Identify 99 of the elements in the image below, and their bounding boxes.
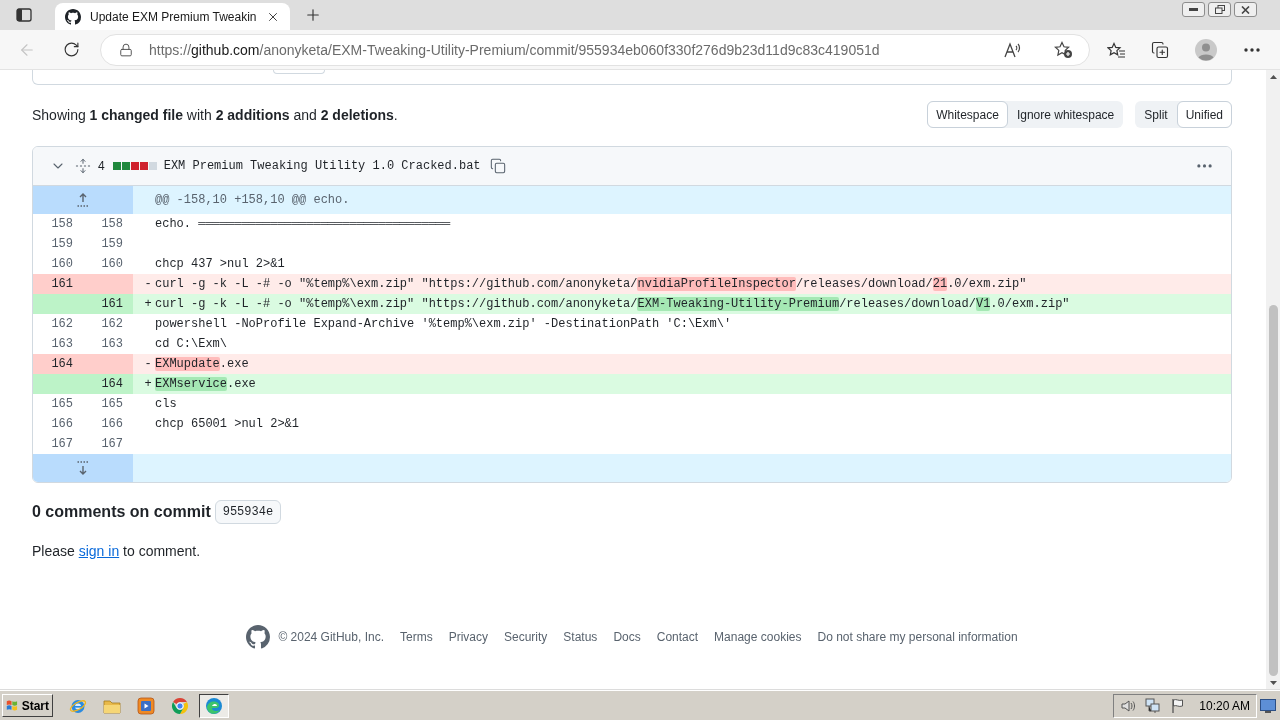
play-tile-icon <box>137 696 155 715</box>
segmented-button[interactable]: Ignore whitespace <box>1007 101 1124 128</box>
window-icon <box>16 8 32 22</box>
footer-link[interactable]: Security <box>504 630 548 644</box>
code-line: cls <box>155 396 177 413</box>
minimize-icon <box>1189 8 1198 11</box>
minimize-button[interactable] <box>1182 2 1205 17</box>
swirl-logo-icon <box>205 696 223 715</box>
four-pane-flag-icon <box>6 698 19 713</box>
logo-icon <box>65 8 81 25</box>
code-line: cd C:\Exm\ <box>155 336 227 353</box>
line-number: 165 <box>101 396 123 413</box>
change-count: 4 <box>98 159 105 173</box>
address-bar[interactable]: https://github.com/anonyketa/EXM-Tweaking-Utility-Premium/commit/955934eb060f330f276d9b23d11d9c83c419051d <box>100 33 1090 66</box>
footer-link[interactable]: Docs <box>613 630 641 644</box>
line-number: 159 <box>51 236 73 253</box>
copy-icon <box>489 158 506 174</box>
taskbar-app-button[interactable] <box>199 693 229 718</box>
sign-in-prompt: Please sign in to comment. <box>32 542 202 561</box>
line-number: 159 <box>101 236 123 253</box>
plus-icon <box>304 6 322 24</box>
commit-sha: 955934e <box>214 500 282 524</box>
line-number: 162 <box>51 316 73 333</box>
footer-link[interactable]: Manage cookies <box>714 630 802 644</box>
star-plus-icon <box>1053 40 1073 59</box>
code-line: EXMupdate.exe <box>155 356 249 373</box>
scroll-up-icon <box>1269 75 1277 79</box>
footer-link[interactable]: Terms <box>399 630 433 644</box>
url-text: https://github.com/anonyketa/EXM-Tweaking-Utility-Premium/commit/955934eb060f330f276d9b23d11d9c83c419051d <box>149 41 881 58</box>
code-line: curl -g -k -L -# -o "%temp%\exm.zip" "https://github.com/anonyketa/nvidiaProfileInspector/releases/download/21.0/exm.zip" <box>155 276 1027 293</box>
start-button[interactable]: Start <box>2 694 53 717</box>
diff-summary: Showing 1 changed file with 2 additions and 2 deletions. <box>32 106 398 123</box>
code-line: chcp 437 >nul 2>&1 <box>155 256 285 273</box>
segmented-button[interactable]: Split <box>1135 101 1177 128</box>
line-number: 158 <box>51 216 73 233</box>
avatar-icon <box>1195 38 1217 61</box>
line-number: 163 <box>51 336 73 353</box>
desktop-icon[interactable] <box>1260 698 1276 713</box>
expand-down-icon <box>77 461 89 475</box>
restore-icon <box>1214 5 1225 14</box>
scrollbar[interactable] <box>1266 70 1280 690</box>
sign-in-link[interactable]: sign in <box>78 543 120 559</box>
line-number: 167 <box>51 436 73 453</box>
expand-all-button[interactable] <box>75 158 91 174</box>
line-number: 160 <box>101 256 123 273</box>
code-line: chcp 65001 >nul 2>&1 <box>155 416 300 433</box>
line-number: 165 <box>51 396 73 413</box>
close-window-button[interactable] <box>1234 2 1257 17</box>
line-number: 161 <box>101 296 123 313</box>
star-list-icon <box>1106 41 1126 58</box>
line-number: 162 <box>101 316 123 333</box>
diff-marker: - <box>143 276 153 293</box>
scroll-down-icon <box>1269 681 1277 685</box>
more-icon <box>1244 47 1260 52</box>
lock-icon <box>119 42 133 57</box>
diff-marker: + <box>143 376 153 393</box>
restore-button[interactable] <box>1208 2 1231 17</box>
unfold-icon <box>75 158 91 174</box>
footer-link[interactable]: Status <box>563 630 598 644</box>
diff-marker: - <box>143 356 153 373</box>
code-line: powershell -NoProfile Expand-Archive '%temp%\exm.zip' -DestinationPath 'C:\Exm\' <box>155 316 732 333</box>
diff-marker: + <box>143 296 153 313</box>
circle-logo-icon <box>171 696 189 715</box>
copyright-text: © 2024 GitHub, Inc. <box>278 630 384 644</box>
line-number: 166 <box>51 416 73 433</box>
browser-tab[interactable]: Update EXM Premium Tweakin <box>55 3 290 30</box>
close-icon <box>1241 5 1250 14</box>
squares-plus-icon <box>1151 40 1169 59</box>
segmented-button[interactable]: Whitespace <box>927 101 1008 128</box>
hunk-header: @@ -158,10 +158,10 @@ echo. <box>155 193 350 207</box>
copy-path-button[interactable] <box>488 157 507 175</box>
scrollbar-thumb[interactable] <box>1268 305 1278 676</box>
line-number: 164 <box>51 356 73 373</box>
footer-link[interactable]: Contact <box>656 630 699 644</box>
expand-up-icon <box>77 193 89 207</box>
line-number: 160 <box>51 256 73 273</box>
clock-text: 10:20 AM <box>1199 698 1250 713</box>
more-icon <box>1196 164 1212 168</box>
line-number: 161 <box>51 276 73 293</box>
speaker-icon <box>1120 697 1137 714</box>
read-aloud-icon <box>1004 41 1022 58</box>
line-number: 164 <box>101 376 123 393</box>
network-icon <box>1145 697 1162 714</box>
folder-icon <box>103 697 121 714</box>
code-line: curl -g -k -L -# -o "%temp%\exm.zip" "https://github.com/anonyketa/EXM-Tweaking-Utility-Premium/releases/download/V1.0/exm.zip" <box>155 296 1070 313</box>
segmented-button[interactable]: Unified <box>1176 101 1232 128</box>
code-line: EXMservice.exe <box>155 376 256 393</box>
logo-icon <box>246 625 271 649</box>
tab-title: Update EXM Premium Tweakin <box>90 9 257 24</box>
comments-heading: 0 comments on commit <box>32 503 211 521</box>
line-number: 163 <box>101 336 123 353</box>
footer-link[interactable]: Do not share my personal information <box>817 630 1018 644</box>
line-number: 166 <box>101 416 123 433</box>
code-line: echo. ═══════════════════════════════════ <box>155 216 451 233</box>
refresh-icon <box>62 41 80 58</box>
file-name: EXM Premium Tweaking Utility 1.0 Cracked.bat <box>163 159 481 173</box>
line-number: 158 <box>101 216 123 233</box>
footer-link[interactable]: Privacy <box>448 630 488 644</box>
line-number: 167 <box>101 436 123 453</box>
